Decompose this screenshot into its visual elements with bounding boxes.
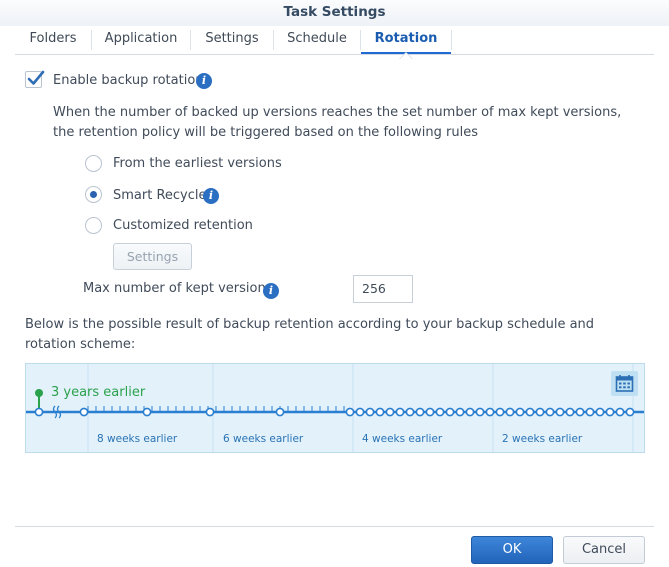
timeline-version-dot — [455, 407, 465, 417]
timeline-version-dot — [415, 407, 425, 417]
max-versions-input[interactable]: 256 — [353, 275, 413, 303]
timeline-week-label: 8 weeks earlier — [97, 433, 178, 445]
option-smart-recycle-label: Smart Recycle — [113, 188, 207, 203]
timeline-version-dot — [485, 407, 495, 417]
timeline-version-dot — [385, 407, 395, 417]
retention-settings-button[interactable]: Settings — [113, 243, 192, 270]
tab-rotation[interactable]: Rotation — [361, 26, 451, 54]
timeline-version-dot — [275, 407, 285, 417]
checkmark-icon — [27, 70, 45, 85]
enable-rotation-label: Enable backup rotation — [53, 73, 204, 88]
timeline-version-dot — [565, 407, 575, 417]
timeline-version-dot — [365, 407, 375, 417]
timeline-version-dot — [545, 407, 555, 417]
timeline-version-dot — [395, 407, 405, 417]
timeline-version-dot — [205, 407, 215, 417]
max-versions-label: Max number of kept versions — [83, 281, 273, 296]
timeline-version-dot — [435, 407, 445, 417]
footer-divider — [15, 526, 654, 527]
timeline-version-dot — [405, 407, 415, 417]
timeline-version-dot — [355, 407, 365, 417]
timeline-version-dot — [605, 407, 615, 417]
enable-rotation-checkbox[interactable] — [25, 70, 45, 88]
timeline-week-label: 2 weeks earlier — [502, 433, 583, 445]
timeline-version-dot — [575, 407, 585, 417]
timeline-version-dot — [465, 407, 475, 417]
calendar-view-button[interactable] — [611, 371, 638, 396]
timeline-version-dot — [525, 407, 535, 417]
timeline-version-dot — [345, 407, 355, 417]
timeline-version-dot — [515, 407, 525, 417]
timeline-version-dot — [34, 407, 44, 417]
timeline-week-label: 4 weeks earlier — [362, 433, 443, 445]
retention-timeline: 3 years earlier 8 weeks earlier 6 weeks … — [25, 363, 645, 453]
tab-schedule[interactable]: Schedule — [274, 26, 360, 54]
timeline-version-dot — [505, 407, 515, 417]
timeline-version-dot — [615, 407, 625, 417]
tab-divider — [451, 30, 452, 50]
retention-result-description: Below is the possible result of backup r… — [25, 317, 595, 352]
rotation-description: When the number of backed up versions re… — [53, 105, 622, 140]
info-icon[interactable]: i — [203, 188, 219, 204]
radio-earliest-versions[interactable] — [85, 155, 102, 172]
radio-smart-recycle[interactable] — [85, 186, 102, 203]
timeline-version-dot — [625, 407, 635, 417]
timeline-version-dot — [585, 407, 595, 417]
timeline-version-dot — [425, 407, 435, 417]
timeline-version-dot — [555, 407, 565, 417]
window-title: Task Settings — [0, 0, 669, 26]
calendar-icon — [615, 375, 634, 392]
timeline-version-dot — [535, 407, 545, 417]
timeline-start-label: 3 years earlier — [51, 385, 146, 400]
option-customized-label: Customized retention — [113, 218, 253, 233]
tab-bar: Folders Application Settings Schedule Ro… — [15, 26, 654, 59]
tab-active-caret — [400, 53, 412, 59]
tab-application[interactable]: Application — [92, 26, 190, 54]
info-icon[interactable]: i — [263, 283, 279, 299]
ok-button[interactable]: OK — [471, 536, 553, 564]
timeline-version-dot — [375, 407, 385, 417]
tab-settings[interactable]: Settings — [191, 26, 273, 54]
timeline-version-dot — [142, 407, 152, 417]
radio-customized-retention[interactable] — [85, 217, 102, 234]
option-earliest-label: From the earliest versions — [113, 156, 282, 171]
info-icon[interactable]: i — [196, 73, 212, 89]
timeline-version-dot — [445, 407, 455, 417]
timeline-version-dot — [79, 407, 89, 417]
tab-folders[interactable]: Folders — [15, 26, 91, 54]
timeline-week-label: 6 weeks earlier — [223, 433, 304, 445]
timeline-version-dot — [475, 407, 485, 417]
timeline-version-dot — [495, 407, 505, 417]
timeline-version-dot — [595, 407, 605, 417]
cancel-button[interactable]: Cancel — [563, 536, 645, 564]
